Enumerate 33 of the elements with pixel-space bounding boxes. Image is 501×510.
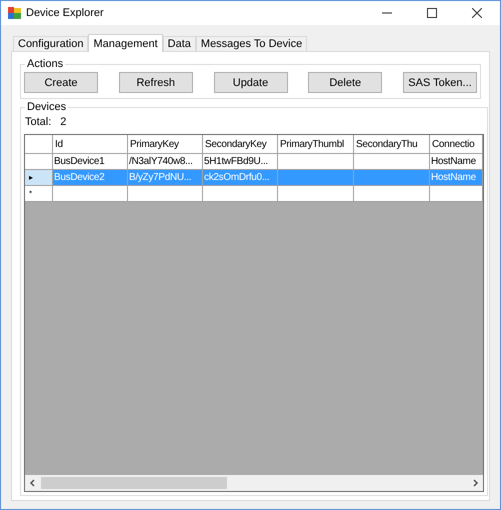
table-cell: B/yZy7PdNU... — [128, 170, 203, 186]
scroll-thumb[interactable] — [41, 477, 227, 489]
total-label: Total: — [25, 116, 52, 128]
tab[interactable]: Configuration — [13, 36, 88, 51]
action-button[interactable]: Create — [24, 72, 98, 93]
row-marker: * — [29, 188, 32, 198]
tab[interactable]: Management — [88, 34, 163, 52]
total-count: 2 — [60, 116, 66, 128]
group-title: Actions — [26, 58, 64, 70]
scroll-left-icon[interactable] — [29, 479, 37, 487]
table-cell: HostName — [430, 170, 483, 186]
tab[interactable]: Messages To Device — [196, 36, 308, 51]
horizontal-scrollbar[interactable] — [25, 475, 483, 491]
group-title: Devices — [26, 101, 68, 113]
table-row[interactable]: * — [25, 186, 483, 202]
table-cell: ck2sOmDrfu0... — [203, 170, 278, 186]
action-button[interactable]: Update — [214, 72, 288, 93]
action-button[interactable]: Refresh — [118, 72, 193, 93]
row-header[interactable]: * — [25, 186, 53, 202]
row-marker: ▸ — [29, 172, 33, 182]
row-header[interactable]: ▸ — [25, 170, 53, 186]
table-row[interactable]: ▸ BusDevice2 B/yZy7PdNU... ck2sOmDrfu0... HostName — [25, 170, 483, 186]
close-icon[interactable] — [472, 8, 482, 18]
tab[interactable]: Data — [162, 36, 196, 51]
app-icon — [8, 7, 21, 19]
scroll-right-icon[interactable] — [471, 479, 479, 487]
window-title: Device Explorer — [26, 7, 104, 19]
action-button[interactable]: Delete — [308, 72, 382, 93]
maximize-icon[interactable] — [427, 8, 437, 18]
table-cell: BusDevice2 — [53, 170, 128, 186]
action-button[interactable]: SAS Token... — [403, 72, 477, 93]
row-header[interactable] — [25, 154, 53, 170]
table-row[interactable]: BusDevice1 /N3alY740w8... 5H1twFBd9U... HostName — [25, 154, 483, 170]
